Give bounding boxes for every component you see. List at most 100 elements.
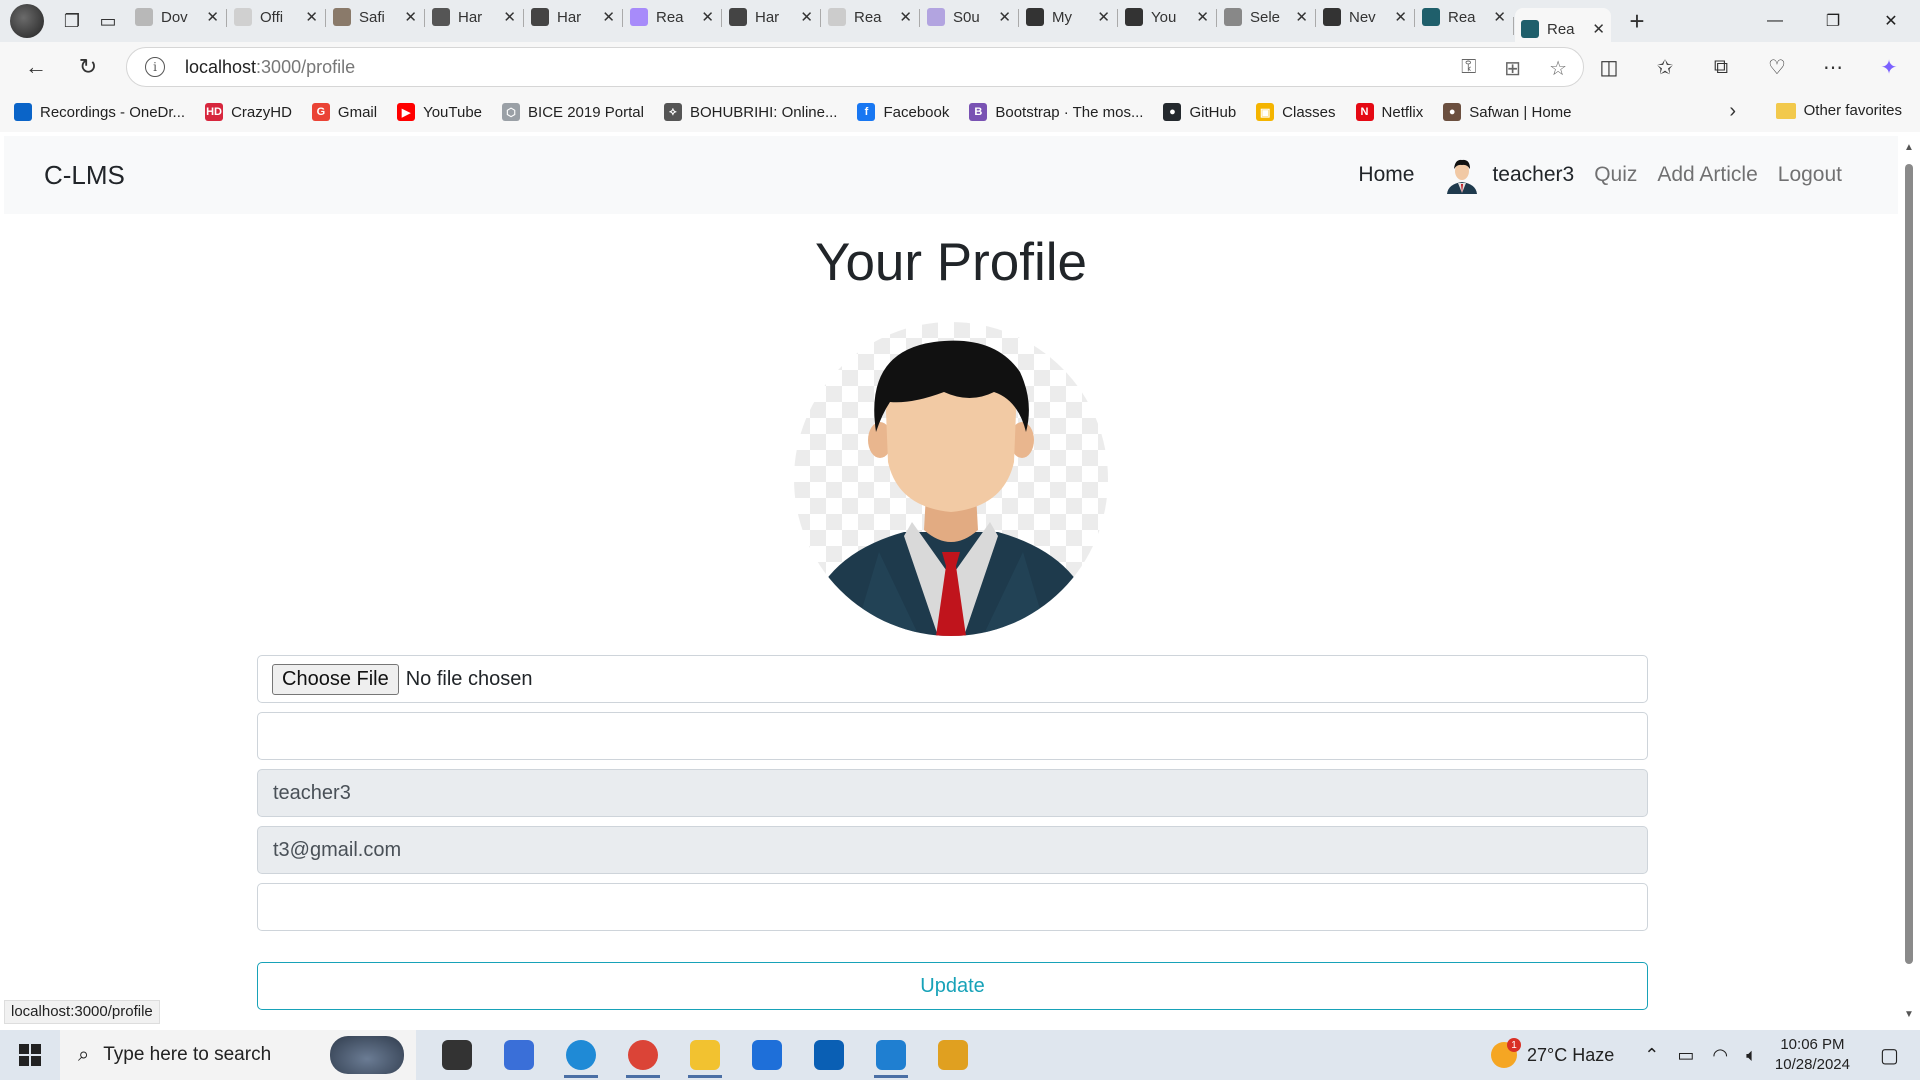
bookmark-item[interactable]: f Facebook: [857, 103, 949, 121]
tab-close-icon[interactable]: ✕: [503, 8, 516, 26]
taskbar-app-chrome[interactable]: [612, 1030, 674, 1080]
tab-close-icon[interactable]: ✕: [1592, 20, 1605, 38]
key-icon[interactable]: ⚿: [1461, 56, 1476, 81]
tab-close-icon[interactable]: ✕: [800, 8, 813, 26]
favorites-icon[interactable]: ✩: [1648, 48, 1682, 86]
taskbar-app-pc-app[interactable]: [488, 1030, 550, 1080]
taskbar-app-file-explorer[interactable]: [674, 1030, 736, 1080]
bookmark-item[interactable]: B Bootstrap · The mos...: [969, 103, 1143, 121]
page-scrollbar[interactable]: ▲ ▼: [1902, 140, 1916, 1020]
bookmark-item[interactable]: ▶ YouTube: [397, 103, 482, 121]
tab-close-icon[interactable]: ✕: [1493, 8, 1506, 26]
bookmark-item[interactable]: ● GitHub: [1163, 103, 1236, 121]
bookmark-item[interactable]: ⟡ BOHUBRIHI: Online...: [663, 103, 837, 121]
nav-add-article[interactable]: Add Article: [1657, 163, 1757, 187]
browser-tab[interactable]: Rea ✕: [820, 0, 918, 34]
nav-user-profile[interactable]: teacher3: [1444, 156, 1574, 194]
weather-badge: 1: [1507, 1038, 1522, 1052]
taskbar-app-store[interactable]: [736, 1030, 798, 1080]
more-menu-icon[interactable]: ⋯: [1816, 48, 1850, 86]
browser-tab[interactable]: S0u ✕: [919, 0, 1017, 34]
tab-close-icon[interactable]: ✕: [206, 8, 219, 26]
bookmark-item[interactable]: N Netflix: [1355, 103, 1423, 121]
collections-icon[interactable]: ⧉: [1704, 48, 1738, 86]
tab-close-icon[interactable]: ✕: [998, 8, 1011, 26]
browser-tab[interactable]: Rea ✕: [1414, 0, 1512, 34]
profile-text-field-2[interactable]: [257, 883, 1648, 931]
browser-tab[interactable]: Safi ✕: [325, 0, 423, 34]
notification-icon[interactable]: ▢: [1880, 1043, 1920, 1068]
nav-quiz[interactable]: Quiz: [1594, 163, 1637, 187]
refresh-button[interactable]: ↻: [62, 47, 114, 87]
battery-icon[interactable]: ▭: [1677, 1045, 1694, 1066]
tab-close-icon[interactable]: ✕: [1295, 8, 1308, 26]
scrollbar-thumb[interactable]: [1905, 164, 1913, 964]
nav-home[interactable]: Home: [1358, 163, 1414, 187]
profile-image-file-input[interactable]: Choose File No file chosen: [257, 655, 1648, 703]
tab-close-icon[interactable]: ✕: [602, 8, 615, 26]
browser-tab[interactable]: You ✕: [1117, 0, 1215, 34]
restore-button[interactable]: ❐: [1804, 0, 1862, 42]
taskbar-search-box[interactable]: ⌕ Type here to search: [60, 1030, 416, 1080]
browser-tab[interactable]: Har ✕: [523, 0, 621, 34]
taskbar-app-outlook[interactable]: [798, 1030, 860, 1080]
tab-favicon-icon: [531, 8, 549, 26]
tab-title: Rea: [656, 8, 684, 26]
bookmark-item[interactable]: HD CrazyHD: [205, 103, 292, 121]
update-button[interactable]: Update: [257, 962, 1648, 1010]
choose-file-button[interactable]: Choose File: [272, 663, 399, 695]
browser-tab[interactable]: Har ✕: [721, 0, 819, 34]
bookmark-item[interactable]: G Gmail: [311, 103, 377, 121]
tab-close-icon[interactable]: ✕: [404, 8, 417, 26]
browser-tab[interactable]: My ✕: [1018, 0, 1116, 34]
site-info-icon[interactable]: i: [145, 57, 165, 77]
nav-logout[interactable]: Logout: [1778, 163, 1842, 187]
volume-icon[interactable]: 🔈︎: [1746, 1045, 1757, 1066]
back-button[interactable]: ←: [10, 47, 62, 87]
browser-essentials-icon[interactable]: ♡: [1760, 48, 1794, 86]
profile-text-field-1[interactable]: [257, 712, 1648, 760]
tab-close-icon[interactable]: ✕: [1394, 8, 1407, 26]
favorite-star-icon[interactable]: ☆: [1549, 56, 1567, 81]
bookmark-item[interactable]: ⬡ BICE 2019 Portal: [502, 103, 644, 121]
tab-close-icon[interactable]: ✕: [701, 8, 714, 26]
bookmark-item[interactable]: Recordings - OneDr...: [14, 103, 185, 121]
browser-profile-avatar[interactable]: [10, 4, 44, 38]
start-button[interactable]: [0, 1030, 60, 1080]
workspaces-icon[interactable]: ❐: [54, 3, 90, 39]
browser-tab[interactable]: Nev ✕: [1315, 0, 1413, 34]
close-window-button[interactable]: ✕: [1862, 0, 1920, 42]
minimize-button[interactable]: —: [1746, 0, 1804, 42]
apps-icon[interactable]: ⊞: [1504, 56, 1521, 81]
scroll-down-icon[interactable]: ▼: [1904, 1009, 1914, 1020]
url-text[interactable]: localhost:3000/profile: [185, 57, 355, 78]
tab-close-icon[interactable]: ✕: [1097, 8, 1110, 26]
chevron-up-icon[interactable]: ⌃: [1644, 1045, 1659, 1066]
new-tab-button[interactable]: +: [1619, 3, 1655, 39]
brand-logo[interactable]: C-LMS: [44, 160, 125, 191]
browser-tab[interactable]: Rea ✕: [622, 0, 720, 34]
browser-tab[interactable]: Har ✕: [424, 0, 522, 34]
scroll-up-icon[interactable]: ▲: [1904, 142, 1914, 153]
address-bar[interactable]: i localhost:3000/profile ⚿ ⊞ ☆: [126, 47, 1584, 87]
taskbar-app-snipping-tool[interactable]: [922, 1030, 984, 1080]
tab-close-icon[interactable]: ✕: [899, 8, 912, 26]
browser-tab[interactable]: Offi ✕: [226, 0, 324, 34]
chevron-right-icon[interactable]: ›: [1729, 100, 1736, 123]
vertical-tabs-icon[interactable]: ▭: [90, 3, 126, 39]
bookmark-item[interactable]: ● Safwan | Home: [1443, 103, 1572, 121]
taskbar-app-edge[interactable]: [550, 1030, 612, 1080]
browser-tab[interactable]: Dov ✕: [129, 0, 225, 34]
taskbar-app-vscode[interactable]: [860, 1030, 922, 1080]
wifi-icon[interactable]: ◠: [1712, 1045, 1728, 1066]
bookmark-item[interactable]: ▣ Classes: [1256, 103, 1336, 121]
split-screen-icon[interactable]: ◫: [1592, 48, 1626, 86]
other-favorites[interactable]: Other favorites: [1775, 102, 1902, 119]
tab-close-icon[interactable]: ✕: [305, 8, 318, 26]
copilot-icon[interactable]: ✦: [1872, 48, 1906, 86]
weather-widget[interactable]: 1 27°C Haze: [1491, 1038, 1614, 1068]
tab-close-icon[interactable]: ✕: [1196, 8, 1209, 26]
taskbar-clock[interactable]: 10:06 PM 10/28/2024: [1775, 1035, 1850, 1075]
taskbar-app-task-view[interactable]: [426, 1030, 488, 1080]
browser-tab[interactable]: Sele ✕: [1216, 0, 1314, 34]
